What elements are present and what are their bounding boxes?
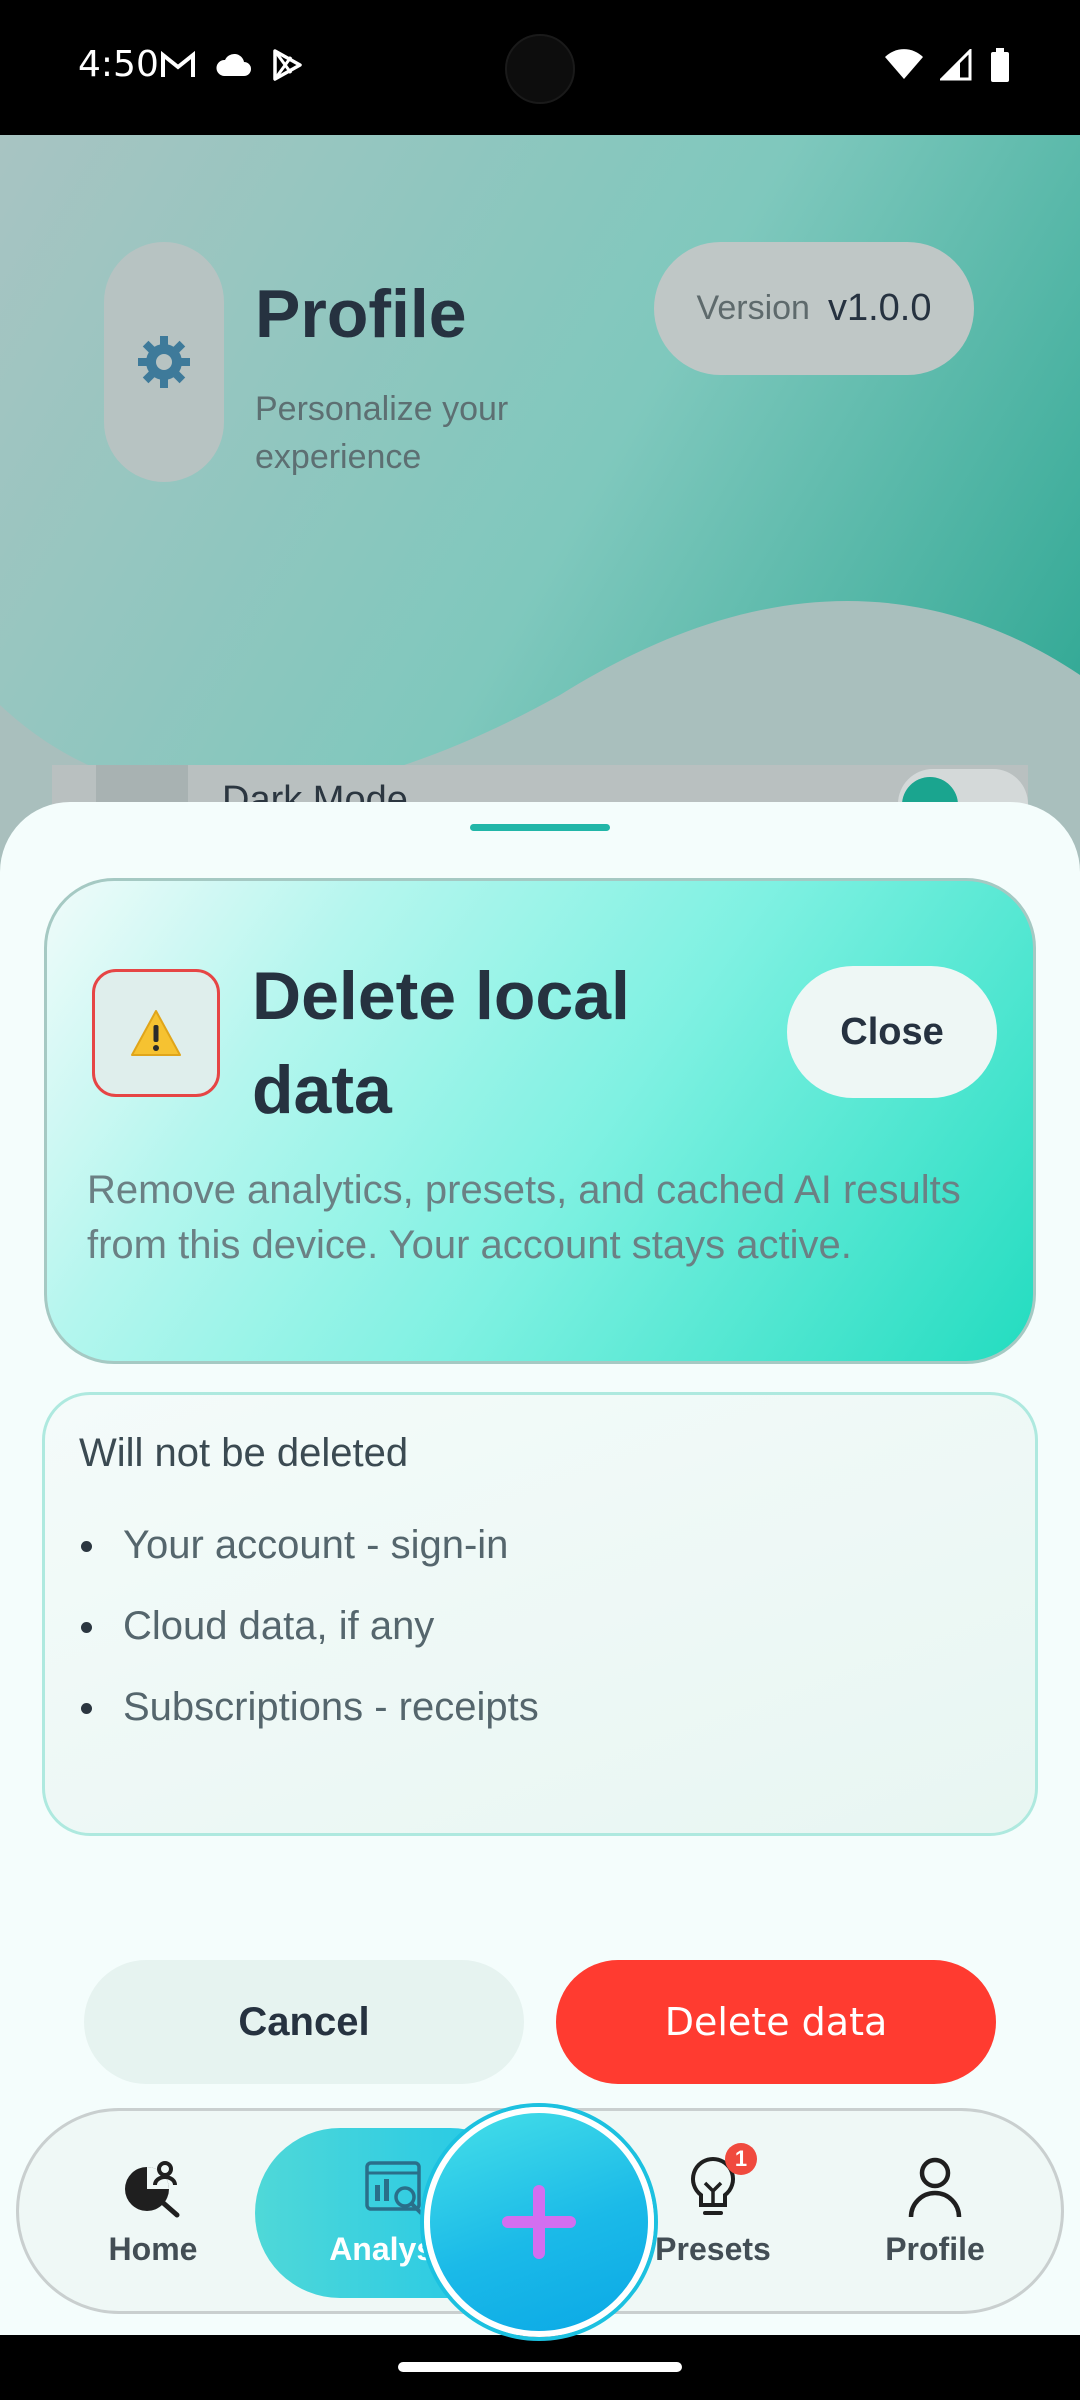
signal-icon bbox=[940, 49, 972, 81]
delete-data-sheet: Delete local data Close Remove analytics… bbox=[0, 802, 1080, 2337]
close-button[interactable]: Close bbox=[787, 966, 997, 1098]
gmail-icon bbox=[161, 50, 195, 77]
cloud-icon bbox=[216, 53, 251, 76]
list-item: Subscriptions - receipts bbox=[79, 1667, 539, 1748]
warning-icon bbox=[92, 969, 220, 1097]
page-subtitle: Personalize your experience bbox=[255, 390, 509, 476]
nav-item-profile[interactable]: Profile bbox=[855, 2111, 1015, 2311]
person-icon bbox=[908, 2157, 962, 2217]
dialog-description: Remove analytics, presets, and cached AI… bbox=[87, 1168, 961, 1267]
version-label: Version bbox=[696, 289, 810, 327]
wifi-icon bbox=[885, 49, 923, 79]
nav-item-home[interactable]: Home bbox=[73, 2111, 233, 2311]
nav-item-presets[interactable]: 1 Presets bbox=[633, 2111, 793, 2311]
nav-label-profile: Profile bbox=[885, 2230, 985, 2267]
version-badge: Version v1.0.0 bbox=[654, 242, 974, 375]
page-title: Profile bbox=[255, 276, 467, 352]
battery-icon bbox=[991, 48, 1009, 82]
settings-gear-badge bbox=[104, 242, 224, 482]
list-item: Cloud data, if any bbox=[79, 1586, 539, 1667]
status-time: 4:50 bbox=[78, 44, 159, 85]
sheet-drag-handle[interactable] bbox=[470, 824, 610, 831]
home-indicator[interactable] bbox=[398, 2362, 682, 2372]
nav-label-presets: Presets bbox=[655, 2230, 771, 2267]
list-item: Your account - sign-in bbox=[79, 1505, 539, 1586]
add-button[interactable] bbox=[424, 2107, 654, 2337]
warning-card: Delete local data Close Remove analytics… bbox=[44, 878, 1036, 1364]
status-bar: 4:50 bbox=[0, 0, 1080, 135]
profile-hero: Profile Personalize your experience Vers… bbox=[0, 135, 1080, 875]
delete-data-button[interactable]: Delete data bbox=[556, 1960, 996, 2084]
camera-cutout bbox=[505, 34, 575, 104]
dialog-title: Delete local data bbox=[252, 958, 630, 1128]
nav-label-home: Home bbox=[108, 2230, 198, 2267]
analysis-person-icon bbox=[125, 2160, 180, 2217]
chart-search-icon bbox=[365, 2160, 423, 2215]
play-store-icon bbox=[273, 49, 302, 81]
not-deleted-list: Your account - sign-in Cloud data, if an… bbox=[79, 1505, 539, 1748]
plus-icon bbox=[502, 2185, 576, 2259]
not-deleted-title: Will not be deleted bbox=[79, 1431, 409, 1475]
notification-icons bbox=[160, 48, 304, 82]
gear-icon bbox=[138, 336, 190, 388]
presets-badge: 1 bbox=[725, 2143, 757, 2175]
cancel-button[interactable]: Cancel bbox=[84, 1960, 524, 2084]
version-value: v1.0.0 bbox=[827, 287, 932, 329]
system-icons bbox=[884, 48, 1010, 82]
not-deleted-card: Will not be deleted Your account - sign-… bbox=[42, 1392, 1038, 1836]
